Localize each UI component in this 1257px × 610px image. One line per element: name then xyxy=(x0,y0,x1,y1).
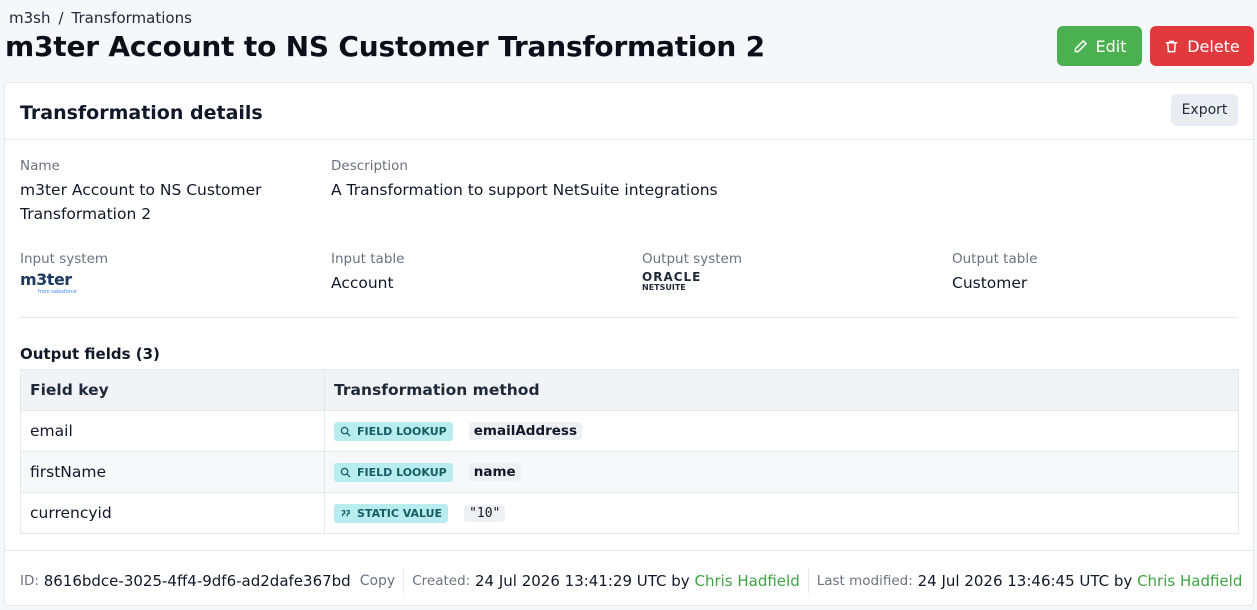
output-system-field: Output system ORACLE NETSUITE xyxy=(642,251,742,293)
metadata-footer: ID: 8616bdce-3025-4ff4-9df6-ad2dafe367bd… xyxy=(20,569,1242,593)
search-icon xyxy=(340,426,351,437)
input-table-label: Input table xyxy=(331,251,405,267)
delete-button[interactable]: Delete xyxy=(1150,26,1254,66)
id-value: 8616bdce-3025-4ff4-9df6-ad2dafe367bd xyxy=(43,572,351,590)
method-badge-label: FIELD LOOKUP xyxy=(357,424,447,438)
method-badge-label: FIELD LOOKUP xyxy=(357,465,447,479)
input-table-value: Account xyxy=(331,274,394,292)
transformation-details-card: Transformation details Export Name m3ter… xyxy=(4,82,1254,606)
search-icon xyxy=(340,467,351,478)
oracle-logo-text: ORACLE xyxy=(642,270,702,284)
created-by-link[interactable]: Chris Hadfield xyxy=(694,572,799,590)
oracle-netsuite-logo: ORACLE NETSUITE xyxy=(642,271,742,293)
modified-label: Last modified: xyxy=(816,573,913,589)
modified-by-link[interactable]: Chris Hadfield xyxy=(1137,572,1242,590)
footer-separator xyxy=(403,569,405,593)
breadcrumb-root-link[interactable]: m3sh xyxy=(9,9,50,27)
field-key-cell: currencyid xyxy=(20,492,325,534)
field-key-cell: email xyxy=(20,410,325,452)
output-system-label: Output system xyxy=(642,251,742,267)
breadcrumb-current-link[interactable]: Transformations xyxy=(72,9,192,27)
footer-separator xyxy=(807,569,809,593)
edit-button-label: Edit xyxy=(1095,36,1127,56)
method-badge-label: STATIC VALUE xyxy=(357,506,443,520)
transformation-method-cell: FIELD LOOKUP name xyxy=(324,451,1239,493)
modified-value: 24 Jul 2026 13:46:45 UTC by xyxy=(917,572,1133,590)
edit-button[interactable]: Edit xyxy=(1057,26,1142,66)
trash-icon xyxy=(1165,40,1178,52)
output-table-label: Output table xyxy=(952,251,1038,267)
name-field: Name m3ter Account to NS Customer Transf… xyxy=(20,158,310,226)
footer-divider xyxy=(5,550,1253,551)
name-value-line1: m3ter Account to NS Customer xyxy=(20,181,262,199)
output-fields-title: Output fields (3) xyxy=(20,345,160,363)
description-label: Description xyxy=(331,158,408,174)
delete-button-label: Delete xyxy=(1187,36,1240,56)
table-header-row: Field key Transformation method xyxy=(20,369,1239,411)
name-value-line2: Transformation 2 xyxy=(20,205,152,223)
m3ter-logo: m3ter from salesforce xyxy=(20,270,108,296)
description-value: A Transformation to support NetSuite int… xyxy=(331,181,718,199)
created-value: 24 Jul 2026 13:41:29 UTC by xyxy=(474,572,690,590)
method-value: "10" xyxy=(464,504,506,522)
method-badge: FIELD LOOKUP xyxy=(334,462,453,482)
page-title: m3ter Account to NS Customer Transformat… xyxy=(5,30,765,63)
method-value: name xyxy=(468,463,521,481)
column-header-transformation-method: Transformation method xyxy=(324,369,1239,411)
card-header: Transformation details Export xyxy=(5,83,1253,140)
description-field: Description A Transformation to support … xyxy=(331,158,931,202)
breadcrumb: m3sh / Transformations xyxy=(9,9,192,27)
breadcrumb-separator: / xyxy=(58,9,64,27)
field-key-cell: firstName xyxy=(20,451,325,493)
method-badge: STATIC VALUE xyxy=(334,503,449,523)
table-row: email FIELD LOOKUP emailAddress xyxy=(20,410,1239,452)
input-system-field: Input system m3ter from salesforce xyxy=(20,251,108,295)
input-system-label: Input system xyxy=(20,251,109,267)
transformation-method-cell: FIELD LOOKUP emailAddress xyxy=(324,410,1239,452)
netsuite-logo-text: NETSUITE xyxy=(642,283,686,292)
pencil-icon xyxy=(1074,39,1087,52)
column-header-field-key: Field key xyxy=(20,369,325,411)
id-label: ID: xyxy=(20,573,39,589)
copy-id-button[interactable]: Copy xyxy=(360,573,396,589)
m3ter-logo-sub: from salesforce xyxy=(38,289,77,295)
card-title: Transformation details xyxy=(20,102,263,124)
method-badge: FIELD LOOKUP xyxy=(334,421,453,441)
input-table-field: Input table Account xyxy=(331,251,404,295)
name-label: Name xyxy=(20,158,60,174)
output-table-field: Output table Customer xyxy=(952,251,1037,295)
table-row: firstName FIELD LOOKUP name xyxy=(20,451,1239,493)
created-label: Created: xyxy=(412,573,471,589)
transformation-method-cell: STATIC VALUE "10" xyxy=(324,492,1239,534)
method-value: emailAddress xyxy=(468,422,582,440)
quote-icon xyxy=(341,509,350,516)
divider xyxy=(20,317,1238,318)
output-fields-table: Field key Transformation method email FI… xyxy=(20,369,1239,534)
m3ter-logo-text: m3ter xyxy=(20,270,72,289)
output-table-value: Customer xyxy=(952,274,1028,292)
export-button[interactable]: Export xyxy=(1171,94,1238,126)
table-row: currencyid STATIC VALUE "10" xyxy=(20,492,1239,534)
